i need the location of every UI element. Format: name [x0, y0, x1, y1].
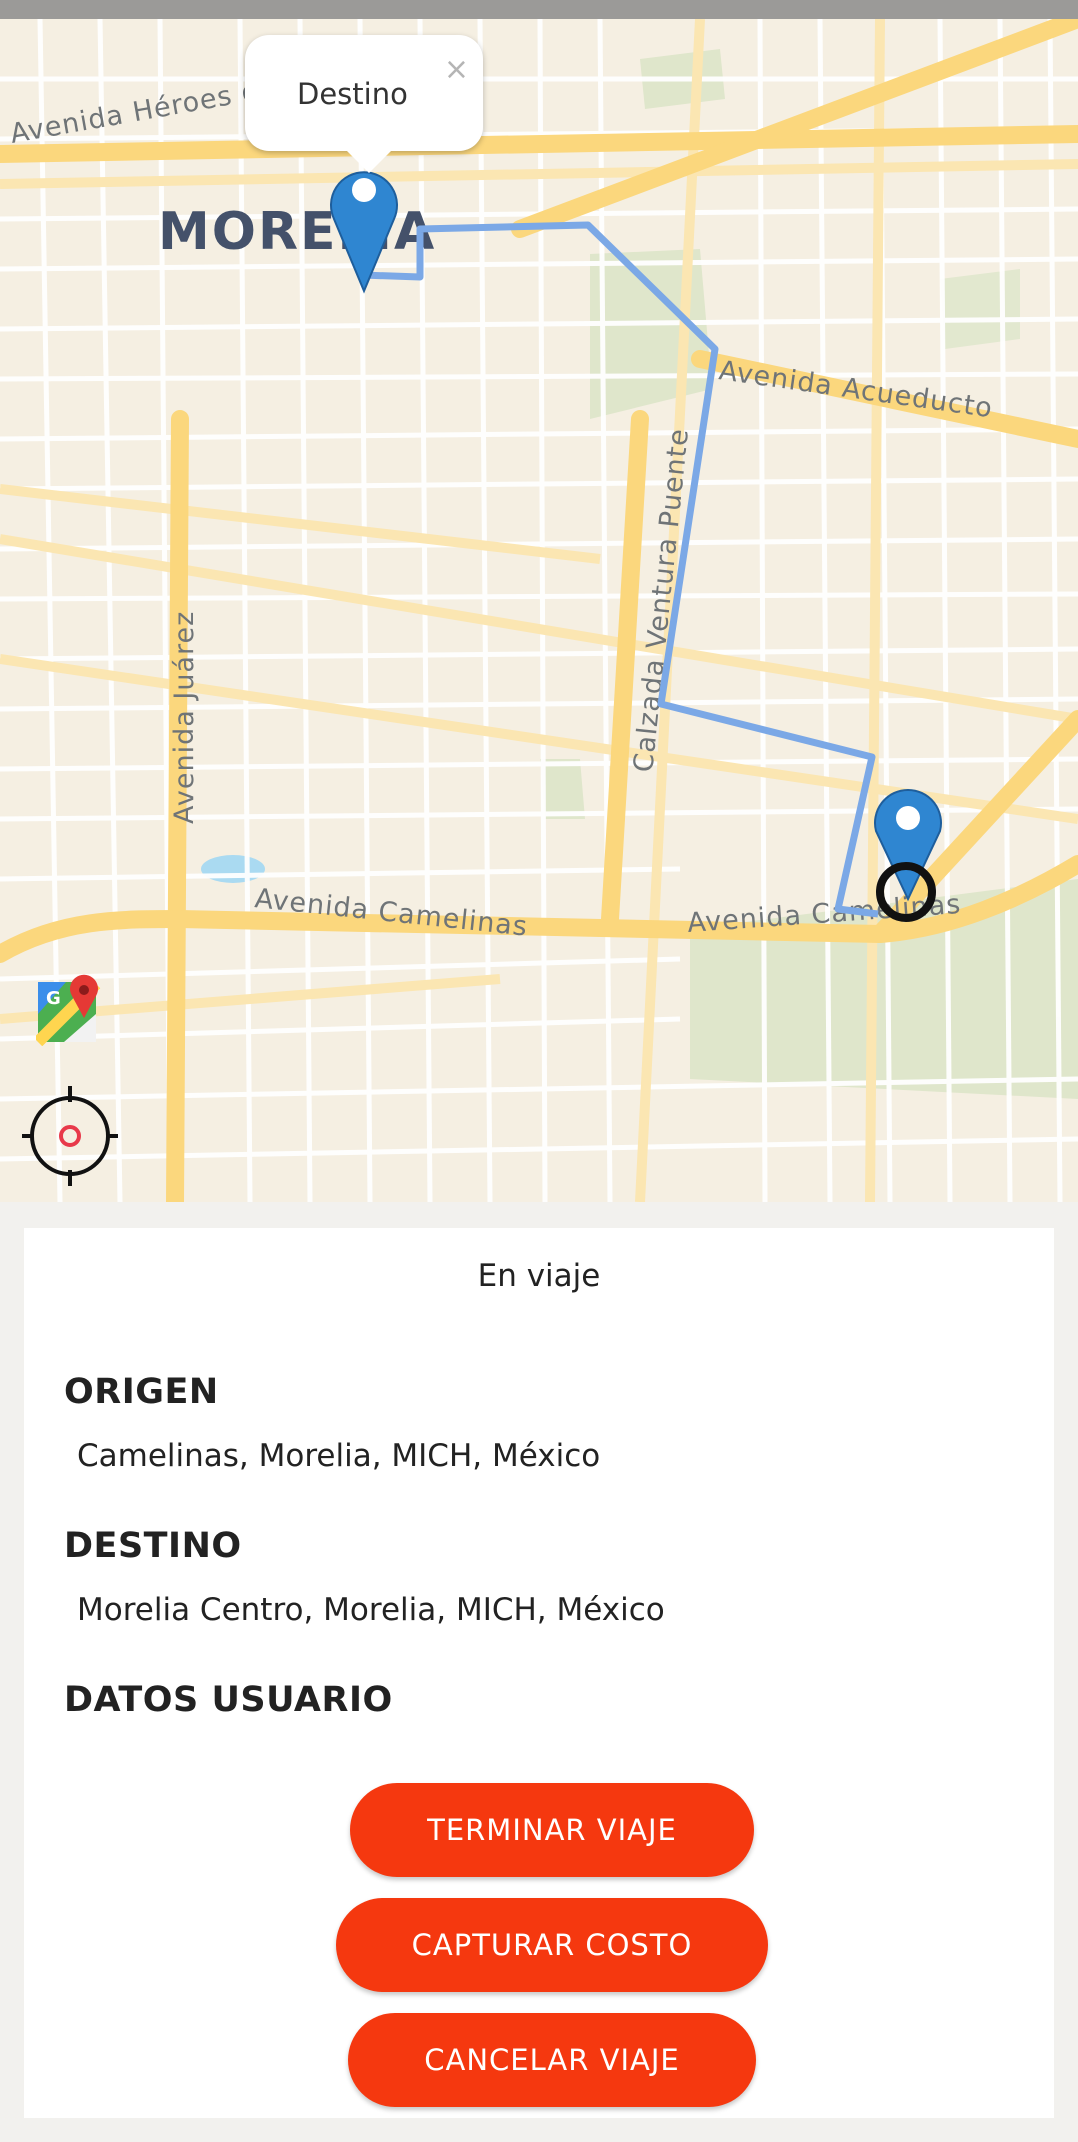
map-view[interactable]: Avenida Héroes d Avenida Acueducto Calza…: [0, 19, 1078, 1202]
google-maps-button[interactable]: G: [33, 974, 104, 1047]
map-canvas[interactable]: Avenida Héroes d Avenida Acueducto Calza…: [0, 19, 1078, 1202]
street-label-juarez: Avenida Juárez: [169, 611, 200, 824]
locate-me-button[interactable]: [20, 1084, 120, 1188]
capture-cost-button[interactable]: CAPTURAR COSTO: [336, 1898, 768, 1992]
user-data-heading: DATOS USUARIO: [64, 1680, 393, 1720]
destination-popup[interactable]: Destino ×: [245, 35, 483, 173]
close-icon[interactable]: ×: [444, 55, 469, 85]
trip-status: En viaje: [477, 1258, 601, 1294]
crosshair-icon: [22, 1086, 118, 1186]
google-maps-icon: G: [33, 974, 101, 1047]
cancel-trip-button[interactable]: CANCELAR VIAJE: [348, 2013, 756, 2107]
popup-label: Destino: [297, 77, 408, 111]
svg-text:G: G: [46, 988, 61, 1009]
origin-heading: ORIGEN: [64, 1372, 219, 1412]
trip-details-panel: En viaje ORIGEN Camelinas, Morelia, MICH…: [24, 1228, 1054, 2118]
destination-heading: DESTINO: [64, 1526, 242, 1566]
origin-address: Camelinas, Morelia, MICH, México: [77, 1438, 601, 1474]
finish-trip-button[interactable]: TERMINAR VIAJE: [350, 1783, 754, 1877]
destination-address: Morelia Centro, Morelia, MICH, México: [77, 1592, 665, 1628]
status-bar: [0, 0, 1078, 19]
